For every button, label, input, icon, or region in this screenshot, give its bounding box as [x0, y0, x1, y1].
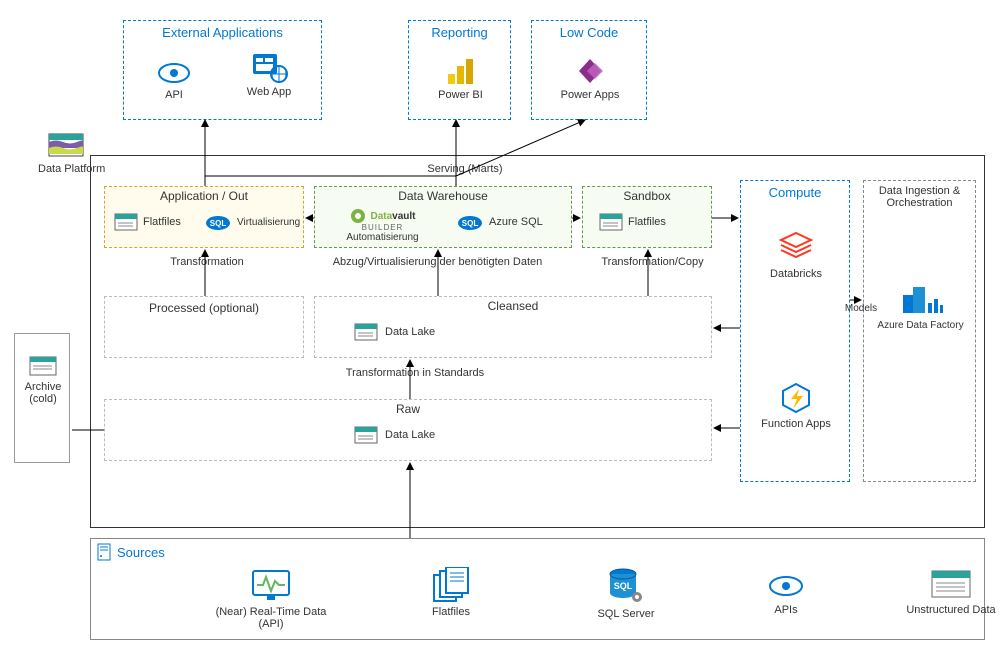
cleansed-box: Cleansed Data Lake	[314, 296, 712, 358]
data-platform-icon	[46, 130, 86, 160]
webapp-label: Web App	[234, 86, 304, 98]
api-cloud-icon	[154, 56, 194, 86]
realtime-label: (Near) Real-Time Data (API)	[206, 606, 336, 630]
sqlserver-icon: SQL	[606, 567, 646, 605]
svg-text:SQL: SQL	[462, 219, 479, 228]
flatfiles-source-label: Flatfiles	[411, 606, 491, 618]
raw-datalake-label: Data Lake	[385, 429, 435, 441]
webapp-icon	[249, 51, 289, 83]
unstructured-icon	[929, 567, 973, 601]
sources-title: Sources	[117, 545, 165, 560]
functions-label: Function Apps	[753, 418, 839, 430]
serving-label: Serving (Marts)	[415, 163, 515, 175]
lowcode-box: Low Code Power Apps	[531, 20, 647, 120]
sources-box: Sources (Near) Real-Time Data (API) Flat…	[90, 538, 985, 640]
compute-title: Compute	[741, 181, 849, 204]
datalake-icon-2	[353, 424, 379, 446]
azuresql-label: Azure SQL	[489, 216, 543, 228]
reporting-title: Reporting	[409, 21, 510, 44]
raw-title: Raw	[105, 400, 711, 418]
sandbox-flatfiles-icon	[598, 211, 624, 233]
flatfiles-source-icon	[430, 567, 472, 603]
data-platform-icon-block: Data Platform	[38, 130, 94, 175]
sqlserver-label: SQL Server	[581, 608, 671, 620]
transformcopy-label: Transformation/Copy	[590, 256, 715, 268]
powerbi-icon	[444, 56, 478, 86]
archive-icon	[28, 354, 58, 378]
svg-text:SQL: SQL	[210, 219, 227, 228]
adf-label: Azure Data Factory	[872, 320, 969, 331]
processed-box: Processed (optional)	[104, 296, 304, 358]
appout-box: Application / Out Flatfiles SQL Virtuali…	[104, 186, 304, 248]
ingest-box: Data Ingestion & Orchestration Azure Dat…	[863, 180, 976, 482]
external-apps-title: External Applications	[124, 21, 321, 44]
function-apps-icon	[777, 381, 815, 415]
dw-auto-label: Automatisierung	[325, 232, 440, 243]
appout-flatfiles-label: Flatfiles	[143, 216, 181, 228]
cleansed-title: Cleansed	[315, 297, 711, 315]
sandbox-box: Sandbox Flatfiles	[582, 186, 712, 248]
sql-cloud-icon: SQL	[203, 211, 233, 233]
cleansed-datalake-label: Data Lake	[385, 326, 435, 338]
dw-box: Data Warehouse Datavault BUILDER Automat…	[314, 186, 572, 248]
svg-text:SQL: SQL	[614, 581, 633, 591]
sources-server-icon	[97, 543, 111, 561]
api-label: API	[144, 89, 204, 101]
archive-box: Archive (cold)	[14, 333, 70, 463]
compute-box: Compute Databricks Function Apps	[740, 180, 850, 482]
lowcode-title: Low Code	[532, 21, 646, 44]
powerapps-label: Power Apps	[550, 89, 630, 101]
sandbox-title: Sandbox	[583, 187, 711, 205]
external-applications-box: External Applications API Web App	[123, 20, 322, 120]
databricks-label: Databricks	[761, 268, 831, 280]
archive-label: Archive (cold)	[21, 381, 65, 405]
databricks-icon	[777, 231, 815, 265]
ingest-title: Data Ingestion & Orchestration	[864, 181, 975, 213]
reporting-box: Reporting Power BI	[408, 20, 511, 120]
realtime-icon	[249, 567, 293, 603]
processed-title: Processed (optional)	[105, 297, 303, 319]
powerbi-label: Power BI	[424, 89, 497, 101]
datalake-icon-1	[353, 321, 379, 343]
transformstd-label: Transformation in Standards	[335, 367, 495, 379]
azuresql-cloud-icon: SQL	[455, 211, 485, 233]
models-label: Models	[836, 303, 886, 314]
abzug-label: Abzug/Virtualisierung der benötigten Dat…	[310, 256, 565, 268]
powerapps-icon	[573, 56, 607, 86]
appout-virt-label: Virtualisierung	[237, 217, 300, 228]
adf-icon	[899, 281, 943, 317]
apis-icon	[765, 569, 807, 601]
unstructured-label: Unstructured Data	[891, 604, 1005, 616]
appout-title: Application / Out	[105, 187, 303, 205]
raw-box: Raw Data Lake	[104, 399, 712, 461]
flatfiles-icon	[113, 211, 139, 233]
data-platform-label: Data Platform	[38, 163, 94, 175]
dw-title: Data Warehouse	[315, 187, 571, 205]
sandbox-flatfiles-label: Flatfiles	[628, 216, 666, 228]
transformation-label: Transformation	[162, 256, 252, 268]
apis-label: APIs	[751, 604, 821, 616]
